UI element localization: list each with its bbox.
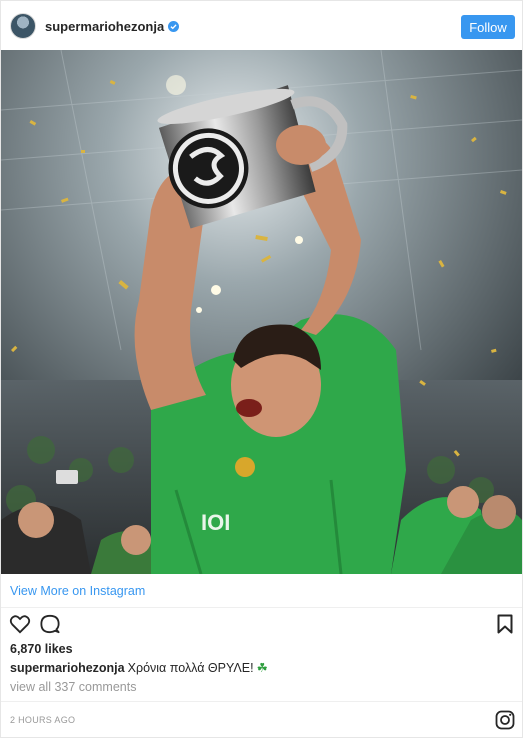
view-more-link[interactable]: View More on Instagram (10, 584, 145, 598)
caption-username[interactable]: supermariohezonja (10, 661, 125, 675)
action-bar (1, 611, 522, 639)
bookmark-icon[interactable] (497, 614, 513, 634)
photo-illustration: IOI (1, 50, 522, 574)
avatar[interactable] (10, 13, 36, 39)
likes-count[interactable]: 6,870 likes (10, 642, 73, 656)
instagram-icon[interactable] (495, 710, 515, 730)
caption: supermariohezonja Χρόνια πολλά ΘΡΥΛΕ! ☘ (10, 660, 268, 675)
view-more-bar: View More on Instagram (1, 574, 522, 608)
caption-text: Χρόνια πολλά ΘΡΥΛΕ! (127, 661, 254, 675)
follow-button[interactable]: Follow (461, 15, 515, 39)
username-link[interactable]: supermariohezonja (45, 19, 164, 34)
verified-icon (168, 20, 180, 32)
view-comments-link[interactable]: view all 337 comments (10, 680, 136, 694)
comment-icon[interactable] (40, 614, 60, 634)
post-photo[interactable]: IOI (1, 50, 522, 574)
post-footer: 2 HOURS AGO (1, 701, 522, 737)
instagram-embed-card: supermariohezonja Follow IOI View More o… (0, 0, 523, 738)
shamrock-icon: ☘ (256, 661, 268, 675)
svg-text:IOI: IOI (201, 510, 230, 535)
post-header: supermariohezonja Follow (1, 1, 522, 51)
timestamp[interactable]: 2 HOURS AGO (10, 715, 75, 725)
heart-icon[interactable] (9, 614, 31, 634)
